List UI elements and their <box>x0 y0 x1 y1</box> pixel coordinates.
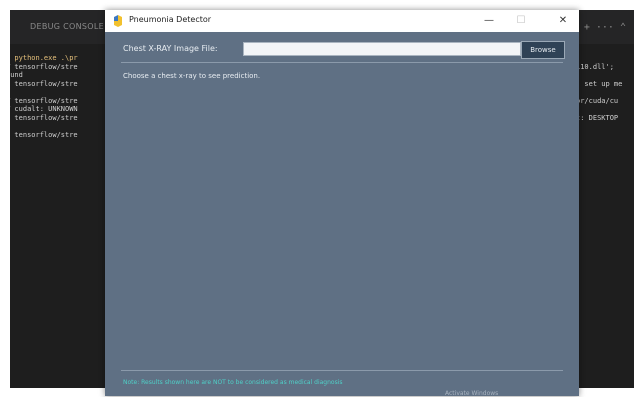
disclaimer-note: Note: Results shown here are NOT to be c… <box>123 379 343 386</box>
title-bar: Pneumonia Detector — ☐ ✕ <box>105 10 579 32</box>
app-icon <box>113 15 123 27</box>
terminal-line: > python.exe .\pr <box>10 54 78 62</box>
pneumonia-detector-window: Pneumonia Detector — ☐ ✕ Chest X-RAY Ima… <box>105 10 579 397</box>
terminal-line: I tensorflow/stre <box>10 79 78 88</box>
terminal-line: W tensorflow/stre <box>10 96 78 105</box>
terminal-line: W tensorflow/stre <box>10 62 78 71</box>
minimize-button[interactable]: — <box>477 10 501 32</box>
terminal-output-right: 110.dll'; ) set up me or/cuda/cu t: DESK… <box>576 54 634 139</box>
terminal-line: W cudalt: UNKNOWN <box>10 105 78 113</box>
terminal-line: ) set up me <box>576 79 623 88</box>
terminal-line: 110.dll'; <box>576 62 614 71</box>
top-separator <box>121 62 563 63</box>
maximize-button[interactable]: ☐ <box>509 10 533 32</box>
terminal-output-left: > python.exe .\prW tensorflow/streoundI … <box>10 54 106 139</box>
terminal-line: I tensorflow/stre <box>10 113 78 122</box>
image-file-input[interactable] <box>243 42 521 56</box>
terminal-line: ound <box>10 71 23 79</box>
prediction-message: Choose a chest x-ray to see prediction. <box>123 72 261 80</box>
window-title: Pneumonia Detector <box>129 15 212 24</box>
browse-button[interactable]: Browse <box>521 41 565 59</box>
terminal-line: or/cuda/cu <box>576 96 619 105</box>
terminal-controls[interactable]: + ··· ⌃ <box>584 22 626 33</box>
terminal-line: I tensorflow/stre <box>10 130 78 139</box>
terminal-line: t: DESKTOP <box>576 113 619 122</box>
file-field-label: Chest X-RAY Image File: <box>123 44 218 53</box>
close-button[interactable]: ✕ <box>551 10 575 32</box>
terminal-tab-debug-console[interactable]: DEBUG CONSOLE <box>30 22 104 31</box>
bottom-separator <box>121 370 563 371</box>
